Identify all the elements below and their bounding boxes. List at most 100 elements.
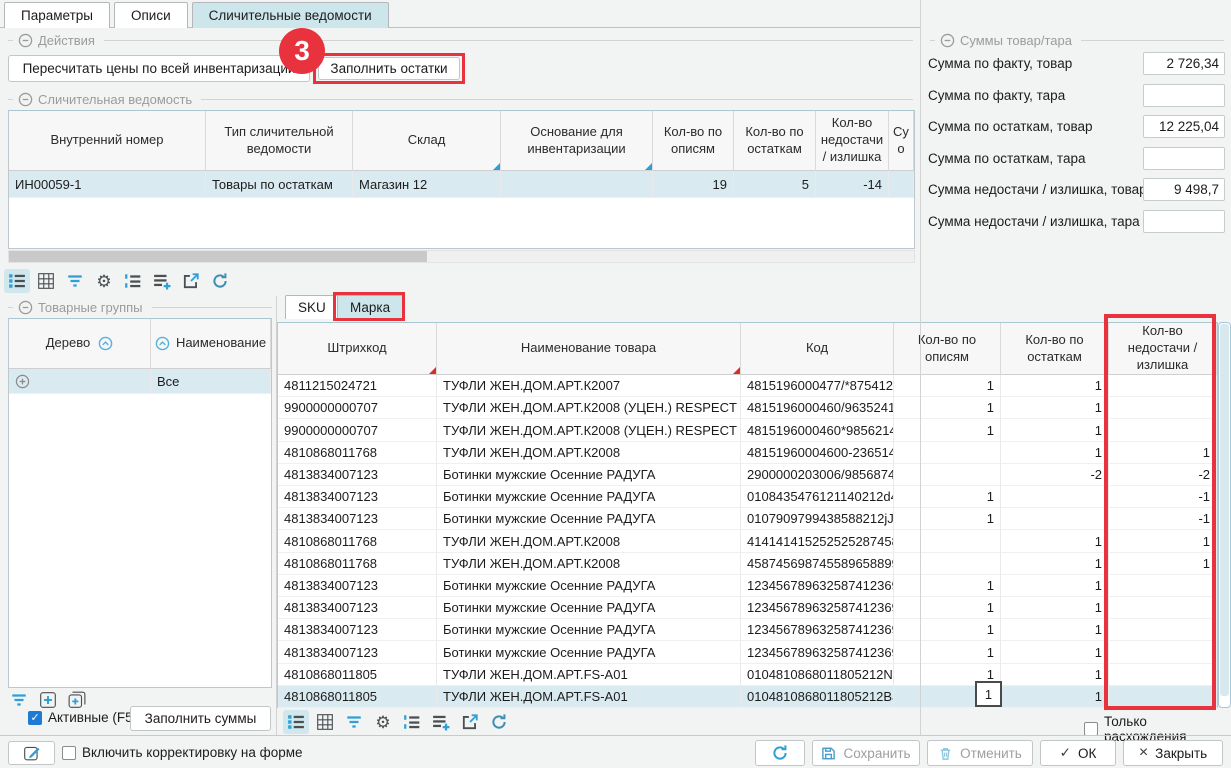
tab-statements[interactable]: Сличительные ведомости: [192, 2, 389, 28]
col-barcode-label: Штрихкод: [327, 340, 386, 357]
actions-group-header: Действия: [8, 33, 913, 48]
col-code[interactable]: Код: [741, 323, 894, 375]
groups-row[interactable]: Все: [9, 369, 271, 394]
table-row[interactable]: 4810868011768ТУФЛИ ЖЕН.ДОМ.АРТ.К20084587…: [278, 553, 1217, 575]
statement-hscrollbar[interactable]: [8, 250, 915, 263]
collapse-icon[interactable]: [18, 33, 33, 48]
table-row[interactable]: 4813834007123Ботинки мужские Осенние РАД…: [278, 486, 1217, 508]
refresh-icon[interactable]: [207, 269, 233, 293]
append-rows-icon[interactable]: [428, 710, 454, 734]
table-row[interactable]: 4810868011768ТУФЛИ ЖЕН.ДОМ.АРТ.К20084141…: [278, 530, 1217, 552]
sort-ascending-icon[interactable]: [155, 336, 170, 351]
col-type[interactable]: Тип сличительной ведомости: [206, 111, 353, 171]
tab-parameters[interactable]: Параметры: [4, 2, 110, 28]
table-row-selected[interactable]: 4810868011805ТУФЛИ ЖЕН.ДОМ.АРТ.FS-A01010…: [278, 686, 1217, 708]
cell-qty-shortage: -1: [1109, 508, 1217, 530]
ok-button[interactable]: ✓ ОК: [1040, 740, 1116, 766]
table-row[interactable]: 4811215024721ТУФЛИ ЖЕН.ДОМ.АРТ.К20074815…: [278, 375, 1217, 397]
save-button[interactable]: Сохранить: [812, 740, 920, 766]
expand-plus-multi-icon[interactable]: [64, 688, 90, 712]
filter-icon[interactable]: [62, 269, 88, 293]
table-row[interactable]: 4813834007123Ботинки мужские Осенние РАД…: [278, 508, 1217, 530]
sum-fact-goods-field[interactable]: 2 726,34: [1143, 52, 1225, 75]
qty-cell-editor[interactable]: 1: [975, 681, 1002, 707]
list-view-icon[interactable]: [283, 710, 309, 734]
col-tree[interactable]: Дерево: [9, 319, 151, 369]
col-truncated[interactable]: Су о: [889, 111, 914, 171]
cell-tree-expand[interactable]: [9, 369, 151, 394]
open-external-icon[interactable]: [457, 710, 483, 734]
col-name[interactable]: Наименование: [151, 319, 271, 369]
sum-shortage-tare-field[interactable]: [1143, 210, 1225, 233]
sum-fact-tare-field[interactable]: [1143, 84, 1225, 107]
numbered-list-icon[interactable]: [120, 269, 146, 293]
tab-sku[interactable]: SKU: [285, 295, 339, 319]
filter-icon[interactable]: [341, 710, 367, 734]
settings-gear-icon[interactable]: ⚙: [370, 710, 396, 734]
collapse-icon[interactable]: [18, 92, 33, 107]
sum-fact-goods-label: Сумма по факту, товар: [928, 52, 1072, 75]
statement-row[interactable]: ИН00059-1 Товары по остаткам Магазин 12 …: [9, 171, 914, 198]
list-view-icon[interactable]: [4, 269, 30, 293]
sum-remainders-tare-field[interactable]: [1143, 147, 1225, 170]
append-rows-icon[interactable]: [149, 269, 175, 293]
detail-vscrollbar-thumb[interactable]: [1220, 324, 1229, 696]
collapse-icon[interactable]: [18, 300, 33, 315]
table-row[interactable]: 4810868011768ТУФЛИ ЖЕН.ДОМ.АРТ.К20084815…: [278, 442, 1217, 464]
table-row[interactable]: 4813834007123Ботинки мужские Осенние РАД…: [278, 641, 1217, 663]
col-barcode[interactable]: Штрихкод: [278, 323, 437, 375]
col-warehouse[interactable]: Склад: [353, 111, 501, 171]
expand-plus-icon[interactable]: [35, 688, 61, 712]
table-row[interactable]: 4810868011805ТУФЛИ ЖЕН.ДОМ.АРТ.FS-A01010…: [278, 664, 1217, 686]
checkbox-unchecked-icon[interactable]: [62, 746, 76, 760]
checkbox-checked-icon[interactable]: [28, 711, 42, 725]
cancel-button[interactable]: Отменить: [927, 740, 1033, 766]
cell-qty-lists: 1: [894, 619, 1001, 641]
fill-remainders-button[interactable]: Заполнить остатки: [318, 57, 460, 80]
numbered-list-icon[interactable]: [399, 710, 425, 734]
table-row[interactable]: 9900000000707ТУФЛИ ЖЕН.ДОМ.АРТ.К2008 (УЦ…: [278, 419, 1217, 441]
statement-hscrollbar-thumb[interactable]: [9, 251, 427, 262]
recalc-prices-label: Пересчитать цены по всей инвентаризации: [23, 61, 296, 76]
collapse-icon[interactable]: [940, 33, 955, 48]
col-internal-number[interactable]: Внутренний номер: [9, 111, 206, 171]
sort-ascending-icon[interactable]: [98, 336, 113, 351]
col-qty-shortage[interactable]: Кол-во недостачи / излишка: [1109, 323, 1217, 375]
table-row[interactable]: 4813834007123Ботинки мужские Осенние РАД…: [278, 575, 1217, 597]
checkbox-unchecked-icon[interactable]: [1084, 722, 1098, 736]
tab-mark[interactable]: Марка: [337, 295, 403, 319]
cell-code: 1234567896325874123694: [741, 641, 894, 663]
refresh-icon[interactable]: [486, 710, 512, 734]
enable-correction-checkbox[interactable]: Включить корректировку на форме: [62, 745, 303, 760]
col-qty-shortage[interactable]: Кол-во недостачи / излишка: [816, 111, 889, 171]
col-qty-lists[interactable]: Кол-во по описям: [653, 111, 734, 171]
tab-describes[interactable]: Описи: [114, 2, 188, 28]
col-product[interactable]: Наименование товара: [437, 323, 741, 375]
edit-correction-button[interactable]: [8, 741, 55, 765]
col-qty-lists[interactable]: Кол-во по описям: [894, 323, 1001, 375]
table-row[interactable]: 4813834007123Ботинки мужские Осенние РАД…: [278, 464, 1217, 486]
detail-vscrollbar[interactable]: [1218, 322, 1231, 708]
settings-gear-icon[interactable]: ⚙: [91, 269, 117, 293]
grid-view-icon[interactable]: [33, 269, 59, 293]
close-button[interactable]: × Закрыть: [1123, 740, 1223, 766]
filter-icon[interactable]: [6, 688, 32, 712]
expand-plus-icon[interactable]: [15, 374, 30, 389]
col-qty-remainders[interactable]: Кол-во по остаткам: [1001, 323, 1109, 375]
cell-product: ТУФЛИ ЖЕН.ДОМ.АРТ.К2008 (УЦЕН.) RESPECT: [437, 419, 741, 441]
grid-view-icon[interactable]: [312, 710, 338, 734]
open-external-icon[interactable]: [178, 269, 204, 293]
sum-shortage-goods-field[interactable]: 9 498,7: [1143, 178, 1225, 201]
cell-barcode: 4813834007123: [278, 486, 437, 508]
table-row[interactable]: 4813834007123Ботинки мужские Осенние РАД…: [278, 619, 1217, 641]
refresh-button[interactable]: [755, 740, 805, 766]
sums-group-title: Суммы товар/тара: [960, 33, 1072, 48]
table-row[interactable]: 4813834007123Ботинки мужские Осенние РАД…: [278, 597, 1217, 619]
col-basis[interactable]: Основание для инвентаризации: [501, 111, 653, 171]
recalc-prices-button[interactable]: Пересчитать цены по всей инвентаризации: [8, 55, 310, 82]
table-row[interactable]: 9900000000707ТУФЛИ ЖЕН.ДОМ.АРТ.К2008 (УЦ…: [278, 397, 1217, 419]
active-filter-checkbox[interactable]: Активные (F5): [28, 710, 137, 725]
fill-sums-button[interactable]: Заполнить суммы: [130, 706, 271, 731]
col-qty-remainders[interactable]: Кол-во по остаткам: [734, 111, 816, 171]
sum-remainders-goods-field[interactable]: 12 225,04: [1143, 115, 1225, 138]
